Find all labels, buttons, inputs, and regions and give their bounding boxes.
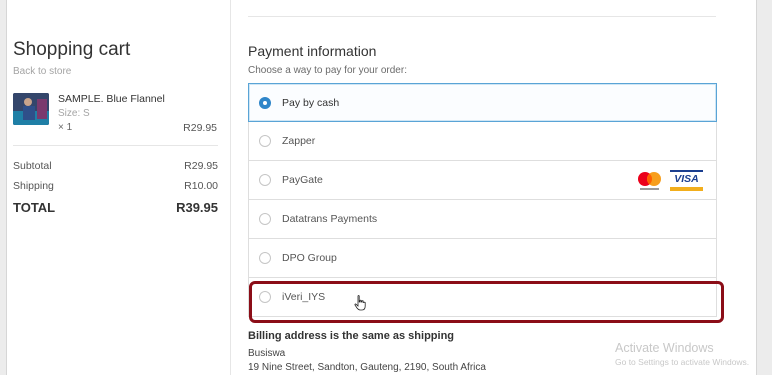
product-thumbnail: [13, 93, 49, 125]
subtotal-row: Subtotal R29.95: [13, 160, 218, 172]
radio-iveri-iys[interactable]: [259, 291, 271, 303]
payment-method-datatrans[interactable]: Datatrans Payments: [248, 200, 717, 239]
payment-method-paygate[interactable]: PayGate VISA: [248, 161, 717, 200]
product-quantity: × 1: [58, 122, 73, 133]
payment-method-label: Datatrans Payments: [282, 213, 378, 225]
cart-divider: [13, 145, 218, 146]
product-name: SAMPLE. Blue Flannel: [58, 93, 165, 105]
radio-zapper[interactable]: [259, 135, 271, 147]
product-price: R29.95: [183, 122, 217, 134]
cart-title: Shopping cart: [13, 39, 131, 60]
subtotal-label: Subtotal: [13, 160, 52, 172]
subtotal-value: R29.95: [184, 160, 218, 172]
shipping-label: Shipping: [13, 180, 54, 192]
mastercard-logo-icon: [638, 172, 661, 190]
payment-method-label: iVeri_IYS: [282, 291, 326, 303]
total-row: TOTAL R39.95: [13, 200, 218, 215]
radio-pay-by-cash[interactable]: [259, 97, 271, 109]
billing-heading: Billing address is the same as shipping: [248, 330, 455, 342]
activate-windows-subtitle: Go to Settings to activate Windows.: [615, 357, 750, 367]
shipping-value: R10.00: [184, 180, 218, 192]
payment-method-label: Pay by cash: [282, 97, 340, 109]
right-frame-edge: [756, 0, 757, 375]
payment-method-label: PayGate: [282, 174, 323, 186]
top-divider: [248, 16, 716, 17]
total-value: R39.95: [176, 200, 218, 215]
payment-heading: Payment information: [248, 43, 377, 59]
visa-logo-icon: VISA: [670, 170, 703, 191]
billing-address: 19 Nine Street, Sandton, Gauteng, 2190, …: [248, 362, 486, 373]
product-size: Size: S: [58, 108, 90, 119]
right-frame: [757, 0, 772, 375]
radio-datatrans[interactable]: [259, 213, 271, 225]
radio-paygate[interactable]: [259, 174, 271, 186]
payment-method-dpo-group[interactable]: DPO Group: [248, 239, 717, 278]
payment-method-pay-by-cash[interactable]: Pay by cash: [248, 83, 717, 122]
hand-cursor-icon: [354, 295, 366, 311]
radio-dpo-group[interactable]: [259, 252, 271, 264]
shipping-row: Shipping R10.00: [13, 180, 218, 192]
activate-windows-title: Activate Windows: [615, 341, 714, 355]
shopping-cart-panel: Shopping cart Back to store SAMPLE. Blue…: [7, 0, 231, 375]
payment-method-zapper[interactable]: Zapper: [248, 122, 717, 161]
payment-method-iveri-iys[interactable]: iVeri_IYS: [248, 278, 717, 317]
payment-method-label: Zapper: [282, 135, 316, 147]
back-to-store-link[interactable]: Back to store: [13, 66, 71, 77]
payment-subheading: Choose a way to pay for your order:: [248, 65, 407, 76]
payment-method-label: DPO Group: [282, 252, 337, 264]
billing-name: Busiswa: [248, 348, 286, 359]
total-label: TOTAL: [13, 200, 56, 215]
